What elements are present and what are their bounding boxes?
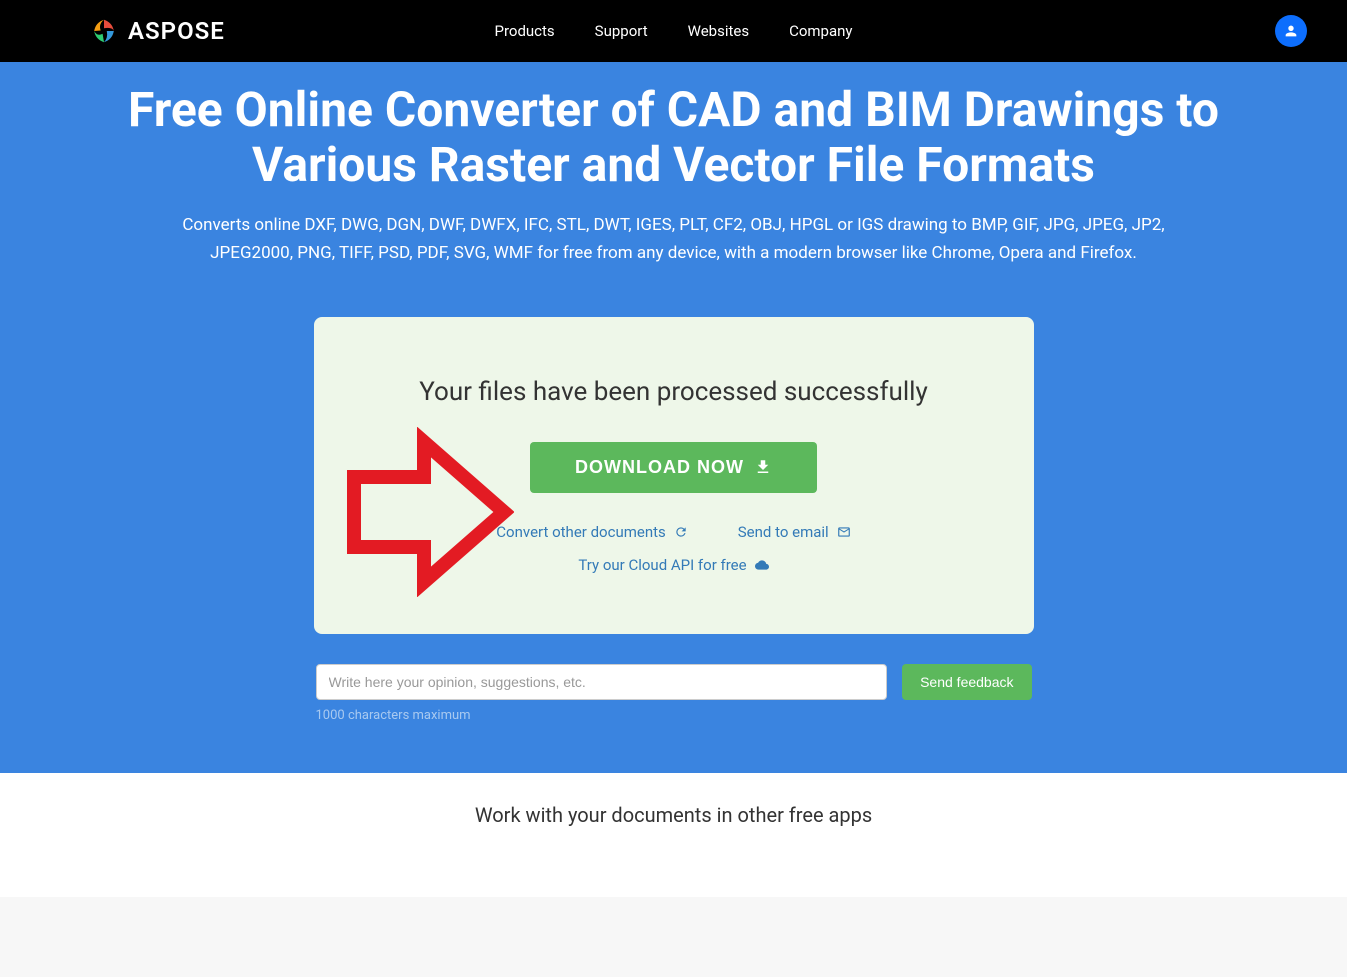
page-description: Converts online DXF, DWG, DGN, DWF, DWFX…: [124, 212, 1224, 266]
feedback-char-limit: 1000 characters maximum: [314, 708, 1034, 723]
nav-company[interactable]: Company: [789, 22, 852, 40]
send-email-link[interactable]: Send to email: [738, 523, 851, 541]
annotation-arrow: [324, 427, 514, 601]
cloud-api-link[interactable]: Try our Cloud API for free: [578, 556, 768, 574]
footer-spacer: [0, 897, 1347, 977]
aspose-logo-icon: [90, 17, 118, 45]
refresh-icon: [674, 525, 688, 539]
feedback-input[interactable]: [316, 664, 888, 700]
download-icon: [754, 458, 772, 476]
success-message: Your files have been processed successfu…: [354, 377, 994, 407]
other-apps-section: Work with your documents in other free a…: [0, 773, 1347, 897]
action-links-row: Convert other documents Send to email: [354, 523, 994, 541]
success-card: Your files have been processed successfu…: [314, 317, 1034, 634]
convert-other-label: Convert other documents: [496, 523, 665, 541]
send-feedback-button[interactable]: Send feedback: [902, 664, 1031, 700]
hero-section: Free Online Converter of CAD and BIM Dra…: [0, 62, 1347, 773]
other-apps-title: Work with your documents in other free a…: [0, 803, 1347, 827]
user-account-button[interactable]: [1275, 15, 1307, 47]
action-links-row-2: Try our Cloud API for free: [354, 556, 994, 574]
header: ASPOSE Products Support Websites Company: [0, 0, 1347, 62]
nav-products[interactable]: Products: [494, 22, 554, 40]
cloud-api-label: Try our Cloud API for free: [578, 556, 746, 574]
page-title: Free Online Converter of CAD and BIM Dra…: [124, 82, 1224, 192]
feedback-row: Send feedback: [314, 664, 1034, 700]
nav-support[interactable]: Support: [595, 22, 648, 40]
convert-other-link[interactable]: Convert other documents: [496, 523, 687, 541]
main-nav: Products Support Websites Company: [494, 22, 852, 40]
nav-websites[interactable]: Websites: [688, 22, 749, 40]
brand-logo[interactable]: ASPOSE: [90, 17, 225, 45]
download-button-label: DOWNLOAD NOW: [575, 457, 744, 478]
envelope-icon: [837, 525, 851, 539]
download-button[interactable]: DOWNLOAD NOW: [530, 442, 817, 493]
cloud-icon: [755, 558, 769, 572]
brand-name: ASPOSE: [128, 17, 225, 45]
user-icon: [1283, 23, 1299, 39]
send-email-label: Send to email: [738, 523, 829, 541]
